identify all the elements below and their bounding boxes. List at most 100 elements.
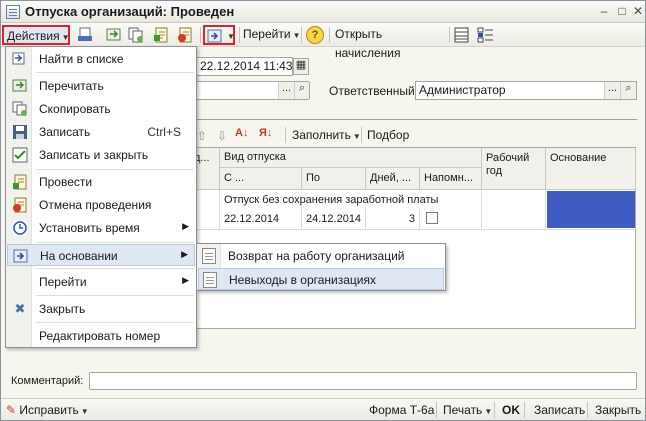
- menu-separator: [36, 242, 194, 243]
- chevron-down-icon: ▼: [80, 407, 89, 416]
- move-up-icon[interactable]: ⇧: [197, 129, 207, 143]
- menu-item-save[interactable]: Записать Ctrl+S: [7, 121, 195, 143]
- open-accruals-label: Открыть начисления: [335, 27, 401, 60]
- menu-item-based-on[interactable]: На основании ▶: [7, 244, 195, 266]
- column-header-basis[interactable]: Основание: [546, 148, 636, 190]
- comment-label: Комментарий:: [11, 375, 84, 387]
- remind-checkbox[interactable]: [426, 212, 438, 224]
- structure-icon[interactable]: [477, 26, 495, 44]
- menu-separator: [36, 322, 194, 323]
- cell-to[interactable]: 24.12.2014: [303, 213, 365, 225]
- submenu-item-label: Невыходы в организациях: [229, 273, 376, 287]
- move-down-icon[interactable]: ⇩: [217, 129, 227, 143]
- fill-label: Заполнить: [292, 128, 351, 142]
- cell-basis-selected[interactable]: [547, 191, 635, 228]
- menu-item-edit-number[interactable]: Редактировать номер: [7, 325, 195, 347]
- column-header-working-year[interactable]: Рабочий год: [482, 148, 546, 190]
- post-document-icon[interactable]: [153, 26, 171, 44]
- chevron-down-icon: ▼: [61, 33, 70, 42]
- toolbar-separator: [200, 27, 201, 43]
- toolbar-separator: [449, 27, 450, 43]
- menu-item-copy[interactable]: Скопировать: [7, 98, 195, 120]
- cancel-posting-icon: [12, 197, 28, 213]
- menu-item-set-time[interactable]: Установить время ▶: [7, 217, 195, 239]
- export-icon[interactable]: [77, 26, 95, 44]
- ellipsis-icon[interactable]: ...: [604, 82, 620, 99]
- minimize-icon[interactable]: –: [595, 4, 613, 20]
- fix-icon: ✎: [6, 403, 17, 417]
- menu-item-label: Записать: [39, 125, 91, 139]
- find-in-list-icon: [12, 51, 28, 67]
- close-icon[interactable]: ✕: [629, 4, 645, 20]
- selection-button[interactable]: Подбор: [367, 128, 409, 142]
- column-header-from[interactable]: С ...: [220, 168, 302, 190]
- clock-icon: [12, 220, 28, 236]
- form-t6a-button[interactable]: Форма Т-6а: [369, 403, 434, 417]
- actions-menu-button[interactable]: Действия ▼: [2, 25, 70, 45]
- toolbar-separator: [494, 402, 495, 418]
- menu-item-label: Закрыть: [39, 302, 86, 316]
- open-accruals-button[interactable]: Открыть начисления: [335, 25, 445, 60]
- calendar-icon[interactable]: ▦: [293, 58, 309, 75]
- submenu-item-return-to-work[interactable]: Возврат на работу организаций: [198, 245, 444, 267]
- grid-line: [365, 209, 366, 230]
- menu-item-label: Перечитать: [39, 79, 104, 93]
- actions-label: Действия: [7, 29, 60, 43]
- menu-item-cancel-posting[interactable]: Отмена проведения: [7, 194, 195, 216]
- magnifier-icon[interactable]: ⌕: [294, 82, 310, 99]
- save-icon: [12, 124, 28, 140]
- based-on-icon: [206, 27, 224, 45]
- menu-item-goto[interactable]: Перейти ▶: [7, 271, 195, 293]
- reread-icon: [12, 78, 28, 94]
- toolbar-separator: [587, 402, 588, 418]
- toolbar-separator: [329, 27, 330, 43]
- cell-days[interactable]: 3: [367, 213, 417, 225]
- document-window: Отпуска организаций: Проведен – □ ✕ Дейс…: [0, 0, 646, 421]
- column-header-remind[interactable]: Напомн...: [420, 168, 482, 190]
- menu-item-post[interactable]: Провести: [7, 171, 195, 193]
- menu-item-close[interactable]: ✖ Закрыть: [7, 298, 195, 320]
- print-menu-button[interactable]: Печать ▼: [443, 403, 492, 417]
- tab-divider: [189, 119, 637, 120]
- submenu-item-absences[interactable]: Невыходы в организациях: [198, 268, 444, 290]
- reread-icon[interactable]: [105, 26, 123, 44]
- copy-icon[interactable]: [127, 26, 145, 44]
- menu-item-reread[interactable]: Перечитать: [7, 75, 195, 97]
- fix-menu-button[interactable]: ✎ Исправить ▼: [6, 403, 89, 417]
- submenu-arrow-icon: ▶: [182, 275, 189, 285]
- document-icon: [6, 5, 20, 19]
- goto-menu-button[interactable]: Перейти ▼: [243, 25, 300, 45]
- ok-button[interactable]: OK: [502, 403, 520, 417]
- column-header-vacation-type[interactable]: Вид отпуска: [220, 148, 482, 168]
- bottom-bar: ✎ Исправить ▼ Форма Т-6а Печать ▼ OK Запис…: [1, 398, 645, 420]
- column-header-to[interactable]: По: [302, 168, 366, 190]
- comment-field[interactable]: [89, 372, 637, 390]
- chevron-down-icon: ▼: [352, 132, 361, 141]
- ellipsis-icon[interactable]: ...: [278, 82, 294, 99]
- based-on-button[interactable]: ▼: [203, 25, 235, 45]
- column-header-days[interactable]: Дней, ...: [366, 168, 420, 190]
- sort-asc-icon[interactable]: A↓: [235, 127, 248, 139]
- toolbar-separator: [524, 402, 525, 418]
- list-settings-icon[interactable]: [453, 26, 471, 44]
- menu-item-find-in-list[interactable]: Найти в списке: [7, 48, 195, 70]
- document-icon: [203, 272, 217, 288]
- menu-separator: [36, 295, 194, 296]
- magnifier-icon[interactable]: ⌕: [620, 82, 636, 99]
- close-button[interactable]: Закрыть: [595, 403, 641, 417]
- sort-desc-icon[interactable]: Я↓: [259, 127, 272, 139]
- cell-from[interactable]: 22.12.2014: [221, 213, 301, 225]
- save-and-close-icon: [12, 147, 28, 163]
- menu-item-label: Отмена проведения: [39, 198, 152, 212]
- fill-menu-button[interactable]: Заполнить ▼: [292, 128, 361, 142]
- fix-label: Исправить: [19, 403, 79, 417]
- menu-item-save-and-close[interactable]: Записать и закрыть: [7, 144, 195, 166]
- cell-vacation-type[interactable]: Отпуск без сохранения заработной платы: [221, 194, 481, 206]
- menu-separator: [36, 169, 194, 170]
- save-button[interactable]: Записать: [534, 403, 585, 417]
- cancel-posting-icon[interactable]: [177, 26, 195, 44]
- date-field[interactable]: 22.12.2014 11:43:46: [196, 57, 293, 76]
- copy-icon: [12, 101, 28, 117]
- help-icon[interactable]: ?: [306, 26, 324, 44]
- responsible-label: Ответственный:: [329, 84, 419, 98]
